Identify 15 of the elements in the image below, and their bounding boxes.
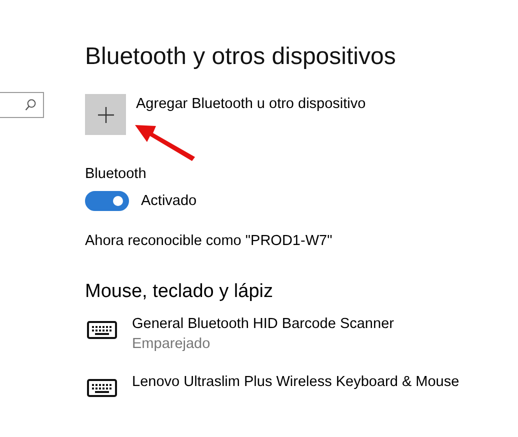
toggle-state-label: Activado (141, 193, 197, 209)
search-icon (25, 99, 36, 111)
keyboard-icon (87, 321, 117, 339)
bluetooth-toggle[interactable] (85, 191, 129, 211)
device-name[interactable]: Lenovo Ultraslim Plus Wireless Keyboard & Mouse (132, 373, 460, 392)
bluetooth-label: Bluetooth (85, 166, 148, 182)
page-title: Bluetooth y otros dispositivos (85, 42, 397, 72)
discoverable-text: Ahora reconocible como "PROD1-W7" (85, 233, 334, 249)
add-device-label[interactable]: Agregar Bluetooth u otro dispositivo (136, 96, 366, 112)
section-heading: Mouse, teclado y lápiz (85, 281, 274, 303)
search-field[interactable] (0, 92, 44, 118)
device-status: Emparejado (132, 335, 212, 354)
device-name[interactable]: General Bluetooth HID Barcode Scanner (132, 315, 394, 334)
plus-icon (96, 106, 114, 124)
keyboard-icon (87, 379, 117, 397)
